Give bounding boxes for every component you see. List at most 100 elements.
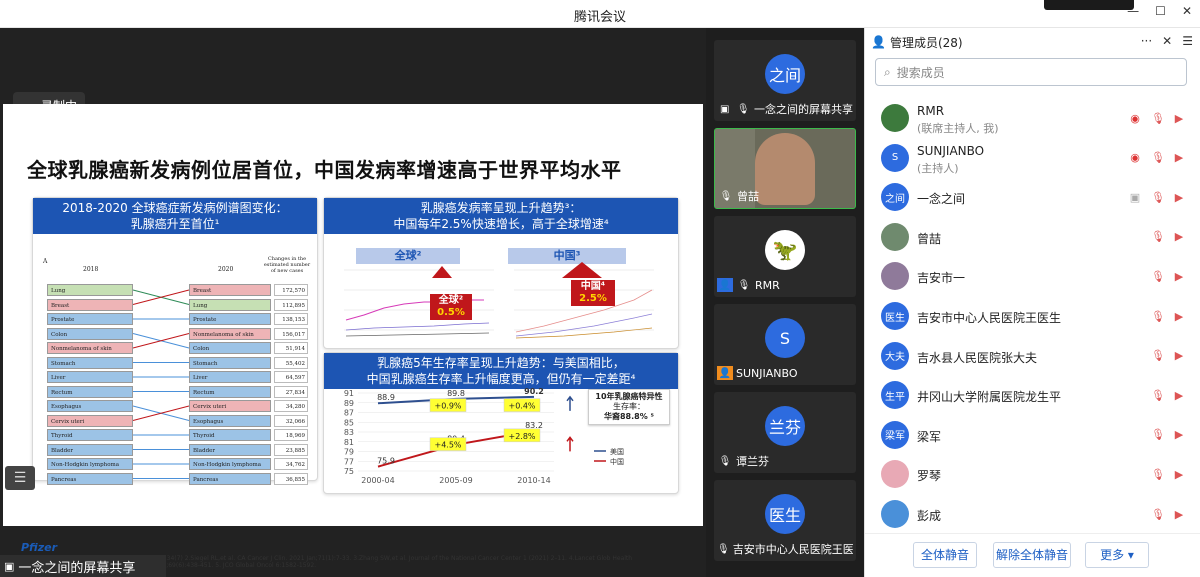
mic-muted-icon[interactable]: 🎙	[1150, 348, 1166, 364]
table-row: Esophagus Cervix uteri 34,280	[43, 400, 313, 412]
panel2-header: 乳腺癌发病率呈现上升趋势³： 中国每年2.5%快速增长，高于全球增速⁴	[324, 198, 678, 234]
video-tile[interactable]: 🦖 👤 🎙 RMR	[714, 216, 856, 297]
cell-2020: Lung	[189, 298, 271, 311]
member-row[interactable]: 之间 一念之间 🎙 ▶ ▣	[865, 179, 1200, 217]
cell-change: 36,855	[274, 472, 308, 485]
close-icon[interactable]: ✕	[1182, 4, 1192, 18]
legend-label: 美国	[610, 447, 624, 456]
mic-muted-icon: 🎙	[718, 455, 732, 467]
screen-share-icon: ▣	[720, 103, 730, 115]
panel2-header-line1: 乳腺癌发病率呈现上升趋势³：	[420, 201, 582, 215]
cell-2018: Non-Hodgkin lymphoma	[47, 458, 133, 470]
participant-name: 谭兰芬	[736, 455, 769, 468]
camera-off-icon[interactable]: ▶	[1171, 189, 1187, 205]
mic-muted-icon[interactable]: 🎙	[1150, 268, 1166, 284]
data-label: 88.9	[377, 393, 395, 402]
more-button[interactable]: 更多 ▾	[1085, 542, 1149, 568]
maximize-icon[interactable]: ☐	[1155, 4, 1166, 18]
camera-off-icon[interactable]: ▶	[1171, 348, 1187, 364]
member-row[interactable]: S SUNJIANBO (主持人) 🎙 ▶ ◉	[865, 140, 1200, 178]
mic-muted-icon[interactable]: 🎙	[1150, 506, 1166, 522]
mic-muted-icon[interactable]: 🎙	[1150, 150, 1166, 166]
member-row[interactable]: 生平 井冈山大学附属医院龙生平 🎙 ▶	[865, 377, 1200, 415]
member-row[interactable]: 梁军 梁军 🎙 ▶	[865, 417, 1200, 455]
cell-2020: Thyroid	[189, 429, 271, 441]
pfizer-logo: Pfizer	[21, 541, 58, 554]
video-tile[interactable]: 之间 ▣ 🎙 一念之间的屏幕共享	[714, 40, 856, 121]
members-header: 👤 管理成员(28) ··· ✕ ☰	[865, 28, 1200, 56]
menu-icon[interactable]: ☰	[1182, 34, 1193, 48]
camera-off-icon[interactable]: ▶	[1171, 150, 1187, 166]
member-row[interactable]: RMR (联席主持人, 我) 🎙 ▶ ◉	[865, 100, 1200, 138]
panel-incidence-trend: 乳腺癌发病率呈现上升趋势³： 中国每年2.5%快速增长，高于全球增速⁴ 全球² …	[323, 197, 679, 349]
mic-muted-icon[interactable]: 🎙	[1150, 466, 1166, 482]
camera-off-icon[interactable]: ▶	[1171, 427, 1187, 443]
screen-share-icon: ▣	[1129, 190, 1141, 204]
mic-muted-icon[interactable]: 🎙	[1150, 308, 1166, 324]
avatar: 医生	[765, 494, 805, 534]
avatar: 医生	[881, 302, 909, 330]
cell-2020: Breast	[189, 284, 271, 296]
camera-off-icon[interactable]: ▶	[1171, 110, 1187, 126]
table-row: Nonmelanoma of skin Colon 51,914	[43, 342, 313, 354]
avatar	[881, 222, 909, 251]
y-tick-label: 85	[344, 418, 354, 427]
table-row: Pancreas Pancreas 36,855	[43, 472, 313, 485]
member-row[interactable]: 大夫 吉水县人民医院张大夫 🎙 ▶	[865, 338, 1200, 376]
cell-change: 55,402	[274, 356, 308, 369]
avatar: 大夫	[881, 341, 909, 370]
member-name: 梁军	[917, 429, 942, 444]
mute-all-button[interactable]: 全体静音	[913, 542, 977, 568]
cell-2020: Esophagus	[189, 414, 271, 427]
search-input[interactable]: ⌕ 搜索成员	[875, 58, 1187, 86]
search-icon: ⌕	[884, 64, 891, 79]
camera-off-icon[interactable]: ▶	[1171, 229, 1187, 245]
member-row[interactable]: 吉安市一 🎙 ▶	[865, 258, 1200, 296]
close-icon[interactable]: ✕	[1162, 34, 1172, 48]
video-tile[interactable]: 兰芬 🎙 谭兰芬	[714, 392, 856, 473]
china-rate-badge: 中国⁴ 2.5%	[571, 280, 615, 306]
trend-arrow	[566, 395, 574, 411]
table-row: Thyroid Thyroid 18,969	[43, 429, 313, 441]
member-row[interactable]: 彭成 🎙 ▶	[865, 496, 1200, 534]
mic-muted-icon[interactable]: 🎙	[1150, 110, 1166, 126]
member-row[interactable]: 罗琴 🎙 ▶	[865, 456, 1200, 494]
mic-muted-icon[interactable]: 🎙	[1150, 229, 1166, 245]
cell-2018: Cervix uteri	[47, 414, 133, 427]
camera-off-icon[interactable]: ▶	[1171, 268, 1187, 284]
shared-screen: ☁ 录制中 全球乳腺癌新发病例位居首位，中国发病率增速高于世界平均水平 2018…	[0, 28, 706, 577]
members-title: 管理成员(28)	[889, 35, 963, 50]
cell-2018: Esophagus	[47, 400, 133, 412]
cell-change: 32,066	[274, 414, 308, 427]
avatar: 生平	[881, 381, 909, 410]
global-rate-value: 0.5%	[437, 307, 465, 318]
mic-muted-icon[interactable]: 🎙	[1150, 427, 1166, 443]
more-options-icon[interactable]: ···	[1141, 34, 1152, 48]
cell-change: 34,762	[274, 458, 308, 470]
cell-2018: Thyroid	[47, 429, 133, 441]
member-name: 吉水县人民医院张大夫	[917, 350, 1038, 365]
video-tile[interactable]: S 👤 SUNJIANBO	[714, 304, 856, 385]
member-name: 彭成	[917, 509, 942, 523]
survival-side-note: 10年乳腺癌特异性 生存率： 华裔88.8% ⁵	[588, 389, 670, 425]
avatar-dino: 🦖	[765, 230, 805, 270]
unmute-all-button[interactable]: 解除全体静音	[993, 542, 1071, 568]
menu-icon[interactable]: ☰	[5, 466, 35, 490]
annotation-label: +0.9%	[434, 402, 461, 411]
camera-off-icon[interactable]: ▶	[1171, 387, 1187, 403]
slide-title: 全球乳腺癌新发病例位居首位，中国发病率增速高于世界平均水平	[27, 158, 622, 182]
member-name: SUNJIANBO	[917, 143, 985, 158]
video-tile-speaking[interactable]: 🎙 曾喆	[714, 128, 856, 209]
camera-off-icon[interactable]: ▶	[1171, 308, 1187, 324]
camera-off-icon[interactable]: ▶	[1171, 466, 1187, 482]
x-tick-label: 2005-09	[439, 476, 472, 485]
member-row[interactable]: 医生 吉安市中心人民医院王医生 🎙 ▶	[865, 298, 1200, 336]
mic-muted-icon[interactable]: 🎙	[1150, 387, 1166, 403]
cell-2020: Cervix uteri	[189, 400, 271, 412]
member-row[interactable]: 曾喆 🎙 ▶	[865, 219, 1200, 257]
mic-muted-icon[interactable]: 🎙	[1150, 189, 1166, 205]
minimize-icon[interactable]: —	[1127, 4, 1139, 18]
video-tile[interactable]: 医生 🎙 吉安市中心人民医院王医生	[714, 480, 856, 561]
data-label: 90.2	[524, 387, 544, 396]
camera-off-icon[interactable]: ▶	[1171, 506, 1187, 522]
